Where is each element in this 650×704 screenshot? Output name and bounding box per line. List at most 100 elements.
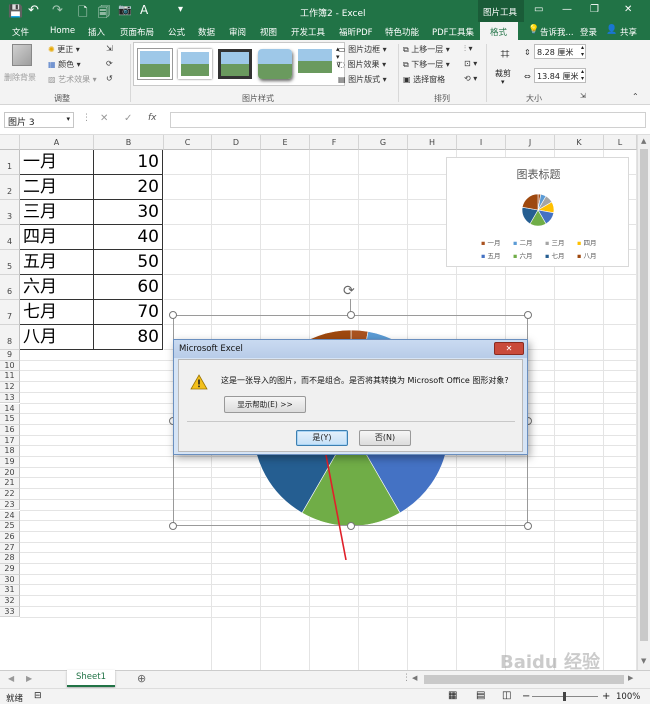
height-field[interactable]: 8.28 厘米 ▴ ▾ — [534, 44, 586, 59]
cell-month[interactable]: 一月 — [20, 150, 94, 175]
color-button[interactable]: ▦ 颜色 ▾ — [48, 59, 81, 70]
remove-background-button[interactable]: 删除背景 — [4, 44, 40, 88]
cell-value[interactable]: 40 — [94, 225, 163, 250]
row-header[interactable]: 31 — [0, 585, 20, 597]
style-thumb-3[interactable] — [218, 49, 252, 79]
camera-icon[interactable]: 📷 — [118, 3, 132, 16]
name-box-dropdown-icon[interactable]: ▾ — [66, 115, 70, 123]
tab-formulas[interactable]: 公式 — [168, 26, 185, 38]
column-header[interactable]: B — [94, 135, 164, 150]
row-header[interactable]: 12 — [0, 382, 20, 393]
rotate-icon[interactable]: ⟲ ▾ — [464, 74, 477, 83]
customize-quick-access-icon[interactable]: ▾ — [178, 4, 183, 15]
column-header[interactable]: K — [555, 135, 604, 150]
save-icon[interactable]: 💾 — [8, 4, 23, 18]
cell-value[interactable]: 70 — [94, 300, 163, 325]
zoom-level[interactable]: 100% — [616, 692, 640, 702]
tab-home[interactable]: Home — [50, 26, 75, 36]
resize-handle[interactable] — [169, 311, 177, 319]
row-header[interactable]: 19 — [0, 457, 20, 468]
undo-icon[interactable]: ↶ — [28, 3, 39, 18]
select-all-corner[interactable] — [0, 135, 20, 150]
rotate-handle-icon[interactable]: ⟳ — [343, 283, 355, 299]
artistic-effects-button[interactable]: ▨ 艺术效果 ▾ — [48, 74, 97, 85]
style-thumb-2[interactable] — [178, 49, 212, 79]
crop-button[interactable]: ⌗ 裁剪 ▾ — [491, 44, 519, 90]
page-break-view-icon[interactable]: ◫ — [502, 690, 511, 701]
change-picture-icon[interactable]: ⟳ — [106, 59, 113, 68]
column-header[interactable]: G — [359, 135, 408, 150]
cell-value[interactable]: 80 — [94, 325, 163, 350]
style-thumb-4[interactable] — [258, 49, 292, 79]
selection-pane-button[interactable]: ▣ 选择窗格 — [403, 74, 445, 85]
font-color-icon[interactable]: A — [140, 3, 148, 17]
reset-picture-icon[interactable]: ↺ — [106, 74, 113, 83]
share-button[interactable]: 共享 — [620, 26, 637, 38]
formula-input[interactable] — [170, 112, 646, 128]
row-header[interactable]: 7 — [0, 300, 20, 325]
show-help-button[interactable]: 显示帮助(E) >> — [224, 396, 306, 413]
row-header[interactable]: 25 — [0, 521, 20, 532]
style-thumb-5[interactable] — [298, 49, 332, 73]
row-header[interactable]: 24 — [0, 510, 20, 522]
cell-month[interactable]: 八月 — [20, 325, 94, 350]
tab-format[interactable]: 格式 — [480, 22, 518, 40]
close-button[interactable]: ✕ — [624, 4, 632, 15]
tab-special[interactable]: 特色功能 — [385, 26, 419, 38]
cell-value[interactable]: 20 — [94, 175, 163, 200]
row-header[interactable]: 18 — [0, 446, 20, 457]
horizontal-scrollbar[interactable] — [424, 675, 624, 684]
add-sheet-icon[interactable]: ⊕ — [137, 672, 146, 685]
hscroll-left-icon[interactable]: ◀ — [412, 674, 417, 682]
picture-border-button[interactable]: ▭ 图片边框 ▾ — [338, 44, 387, 55]
hscroll-right-icon[interactable]: ▶ — [628, 674, 633, 682]
column-header[interactable]: C — [164, 135, 212, 150]
cell-month[interactable]: 二月 — [20, 175, 94, 200]
cell-value[interactable]: 60 — [94, 275, 163, 300]
resize-handle[interactable] — [524, 522, 532, 530]
no-button[interactable]: 否(N) — [359, 430, 411, 446]
vertical-scrollbar[interactable]: ▲ ▼ — [637, 135, 650, 670]
row-header[interactable]: 14 — [0, 403, 20, 415]
scroll-up-icon[interactable]: ▲ — [641, 137, 646, 145]
size-dialog-launcher-icon[interactable]: ⇲ — [580, 92, 586, 100]
cell-value[interactable]: 10 — [94, 150, 163, 175]
dialog-close-button[interactable]: ✕ — [494, 342, 524, 355]
row-header[interactable]: 27 — [0, 542, 20, 554]
sheet-tab-sheet1[interactable]: Sheet1 — [67, 670, 115, 687]
tab-page-layout[interactable]: 页面布局 — [120, 26, 154, 38]
row-header[interactable]: 20 — [0, 467, 20, 479]
login-link[interactable]: 登录 — [580, 26, 597, 38]
tab-view[interactable]: 视图 — [260, 26, 277, 38]
picture-effects-button[interactable]: ◌ 图片效果 ▾ — [338, 59, 386, 70]
row-header[interactable]: 4 — [0, 225, 20, 250]
width-field[interactable]: 13.84 厘米 ▴ ▾ — [534, 68, 586, 83]
compress-icon[interactable]: ⇲ — [106, 44, 113, 53]
row-header[interactable]: 2 — [0, 175, 20, 200]
macro-record-icon[interactable]: ⊟ — [34, 691, 42, 701]
page-layout-view-icon[interactable]: ▤ — [476, 690, 485, 701]
new-file-icon[interactable]: 🗋 — [78, 3, 88, 24]
zoom-out-button[interactable]: − — [522, 691, 530, 702]
row-header[interactable]: 17 — [0, 435, 20, 447]
row-header[interactable]: 9 — [0, 350, 20, 361]
tab-review[interactable]: 审阅 — [229, 26, 246, 38]
insert-function-icon[interactable]: fx — [148, 113, 157, 123]
picture-styles-gallery[interactable]: ▴ ▾ ⊽ — [133, 42, 345, 86]
cell-value[interactable]: 30 — [94, 200, 163, 225]
zoom-in-button[interactable]: + — [602, 691, 610, 702]
row-header[interactable]: 13 — [0, 392, 20, 404]
group-icon[interactable]: ⊡ ▾ — [464, 59, 477, 68]
yes-button[interactable]: 是(Y) — [296, 430, 348, 446]
column-header[interactable]: H — [408, 135, 457, 150]
ribbon-display-icon[interactable]: ▭ — [534, 4, 543, 15]
row-header[interactable]: 15 — [0, 414, 20, 425]
row-header[interactable]: 5 — [0, 250, 20, 275]
scroll-down-icon[interactable]: ▼ — [641, 657, 646, 665]
row-header[interactable]: 30 — [0, 574, 20, 586]
tab-developer[interactable]: 开发工具 — [291, 26, 325, 38]
cell-month[interactable]: 四月 — [20, 225, 94, 250]
row-header[interactable]: 22 — [0, 489, 20, 500]
collapse-ribbon-icon[interactable]: ⌃ — [632, 92, 639, 101]
tab-split-icon[interactable]: ⋮ — [402, 673, 411, 683]
